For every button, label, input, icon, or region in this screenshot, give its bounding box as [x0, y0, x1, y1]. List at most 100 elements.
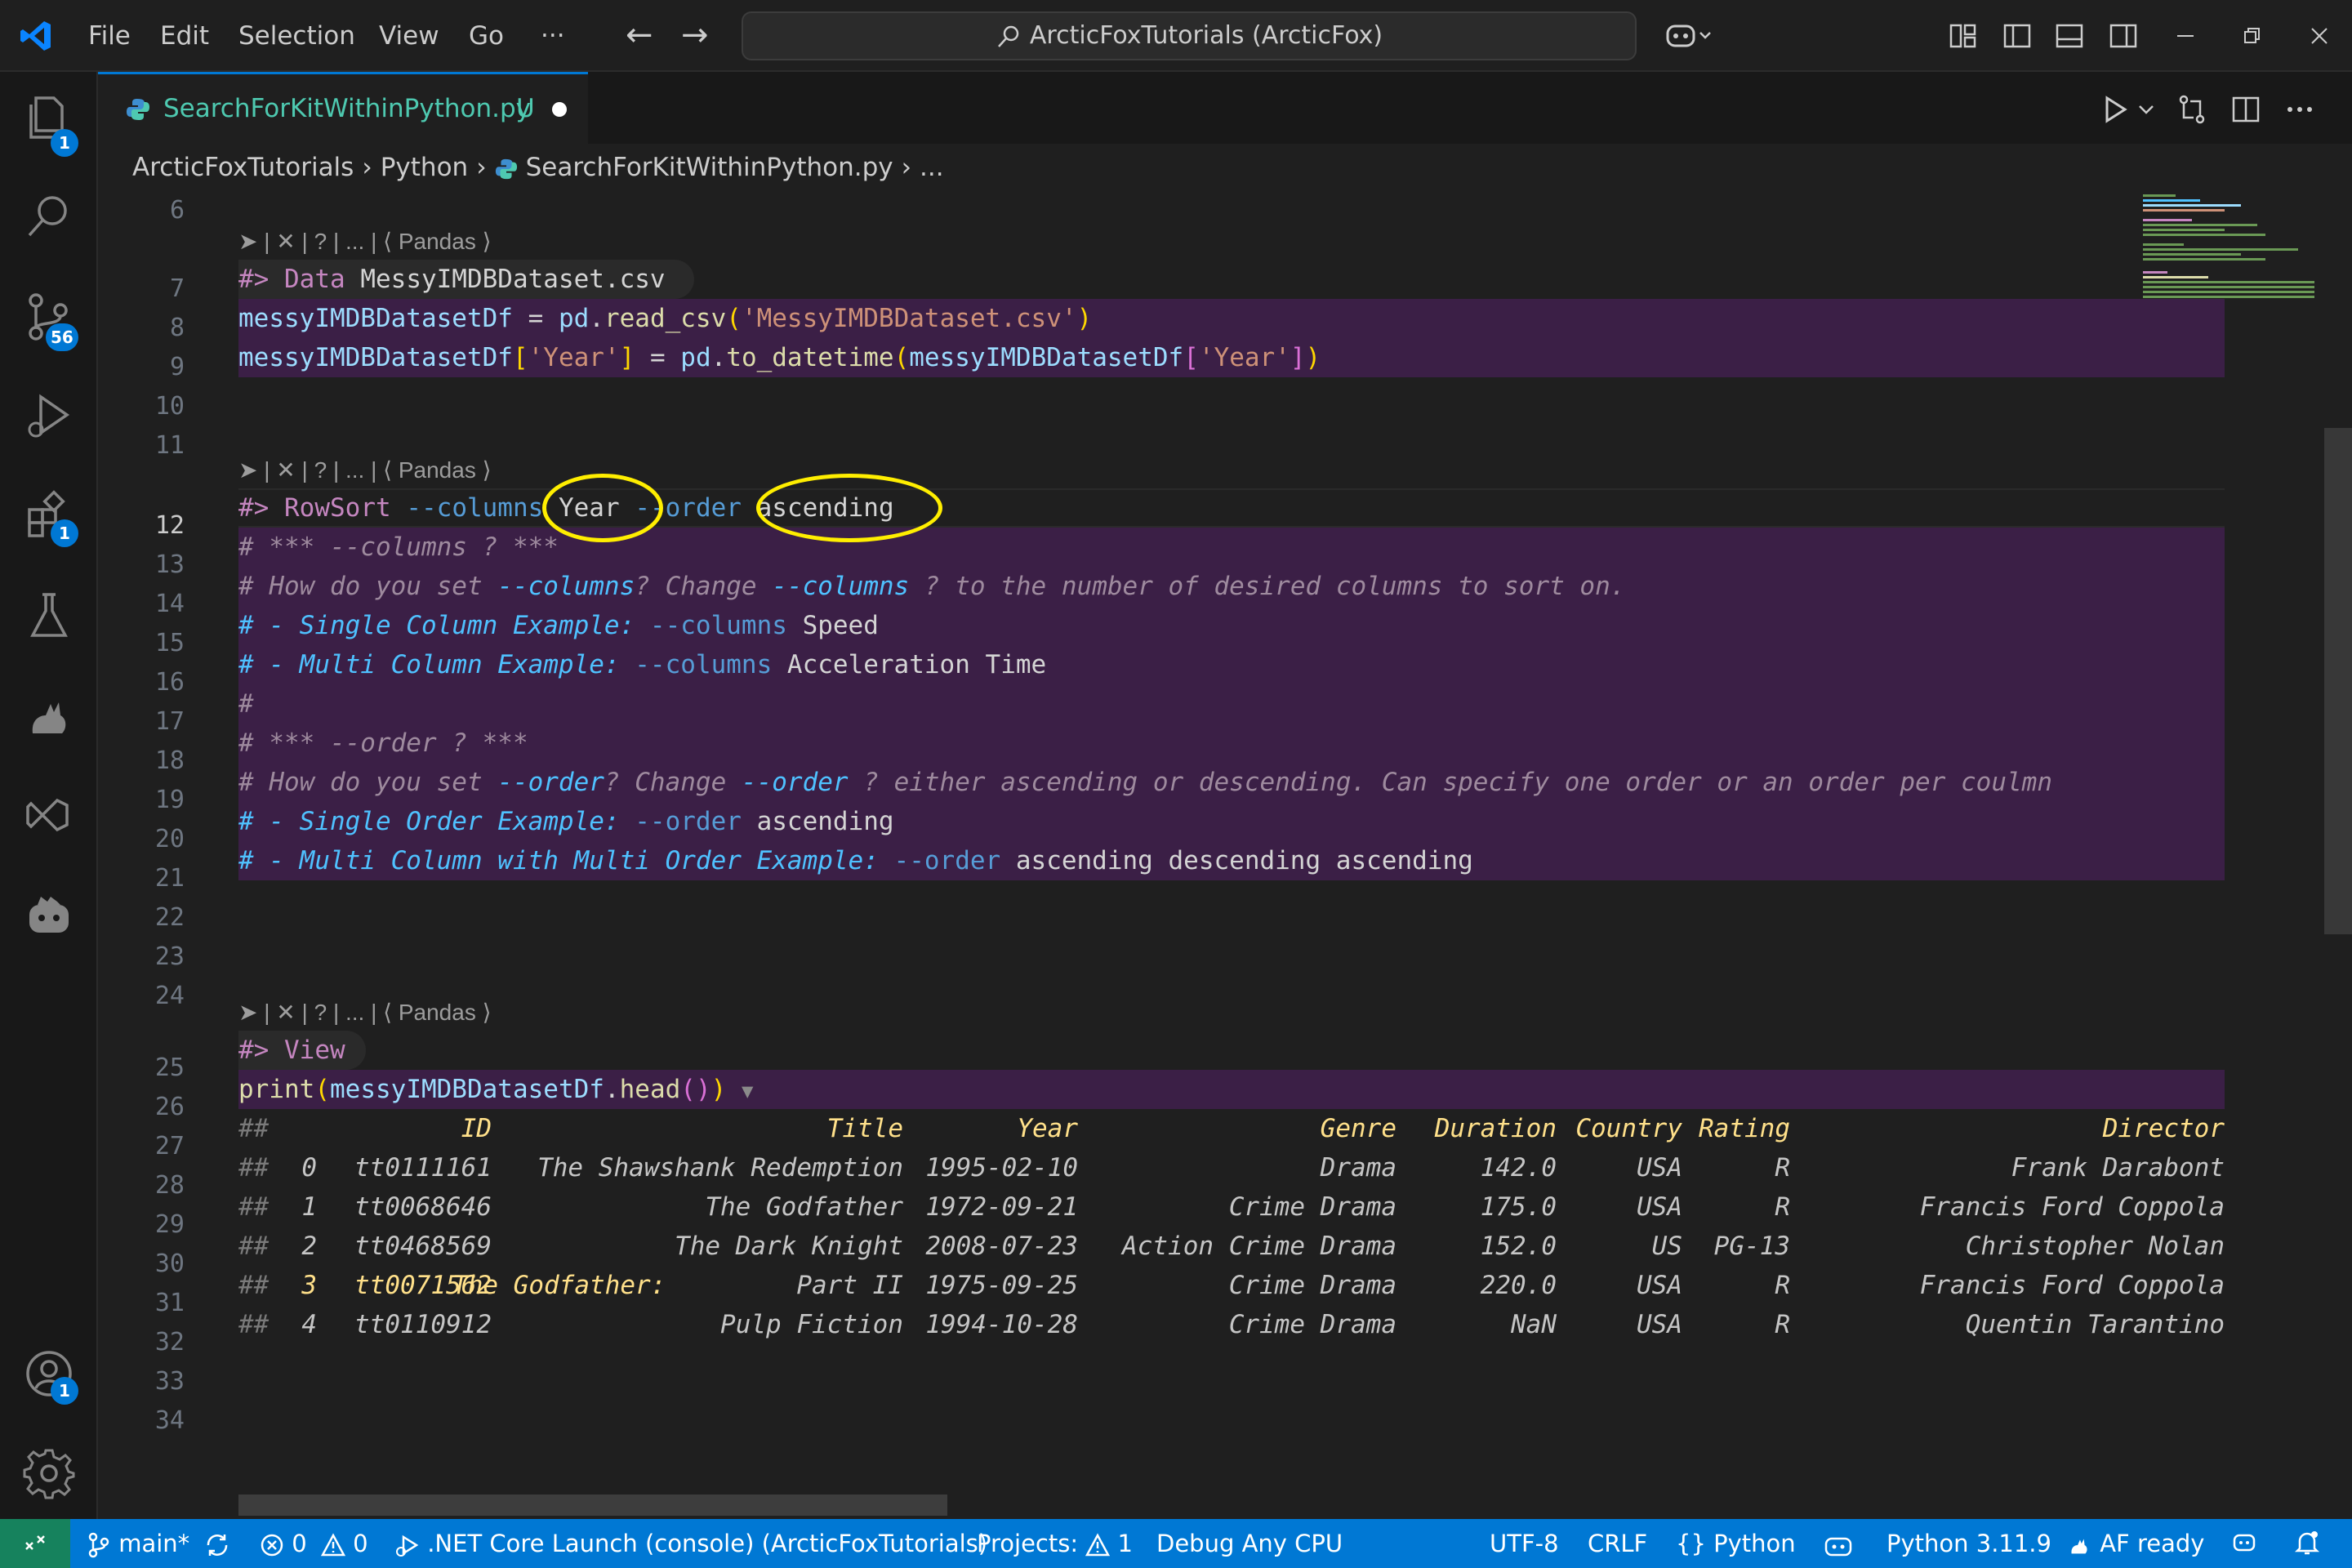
compare-changes-icon[interactable]: [2176, 93, 2208, 126]
code-line-13: # *** --columns ? ***: [238, 532, 559, 562]
output-cell-id: tt0111161: [354, 1153, 492, 1183]
visual-studio-icon[interactable]: [21, 787, 77, 843]
codelens-rowsort[interactable]: ➤ | ✕ | ? | ... | ⟨ Pandas ⟩: [238, 454, 492, 487]
code-line-21: # - Multi Column with Multi Order Exampl…: [238, 846, 1473, 875]
build-config[interactable]: Debug Any CPU: [1156, 1519, 1343, 1568]
output-column-header: ID: [461, 1114, 492, 1143]
encoding-indicator[interactable]: UTF-8: [1490, 1519, 1559, 1568]
code-area[interactable]: ➤ | ✕ | ? | ... | ⟨ Pandas ⟩ ➤ | ✕ | ? |…: [238, 191, 2225, 1519]
chevron-right-icon: ›: [476, 153, 487, 182]
toggle-secondary-sidebar-icon[interactable]: [2109, 21, 2138, 51]
line-number: 33: [154, 1367, 185, 1396]
launch-config[interactable]: .NET Core Launch (console) (ArcticFoxTut…: [394, 1519, 987, 1568]
tab-searchforkitwithinpython[interactable]: SearchForKitWithinPython.py U: [98, 72, 588, 144]
run-debug-icon[interactable]: [21, 389, 77, 444]
code-editor[interactable]: 6 7 8 9 10 11 12 13 14 15 16 17 18 19 20…: [98, 191, 2352, 1519]
output-cell-duration: 175.0: [1480, 1192, 1557, 1222]
menu-more[interactable]: ···: [541, 0, 565, 72]
copilot-status[interactable]: [1823, 1519, 1854, 1568]
copilot-icon: [1824, 1537, 1852, 1557]
command-center-search[interactable]: ArcticFoxTutorials (ArcticFox): [742, 11, 1637, 60]
horizontal-scrollbar[interactable]: [238, 1494, 947, 1516]
breadcrumb-item-symbol[interactable]: ...: [920, 153, 944, 182]
line-number: 24: [154, 982, 185, 1010]
arctic-fox-icon[interactable]: [21, 688, 77, 743]
breadcrumb: ArcticFoxTutorials › Python › SearchForKitWi…: [98, 144, 2352, 191]
line-number: 30: [154, 1250, 185, 1278]
language-mode[interactable]: {} Python: [1676, 1519, 1796, 1568]
code-line-20: # - Single Order Example: --order ascend…: [238, 807, 894, 836]
unsaved-dot-icon[interactable]: [552, 102, 567, 117]
breadcrumb-item-root[interactable]: ArcticFoxTutorials: [132, 153, 354, 182]
source-control-badge: 56: [46, 323, 78, 351]
customize-layout-icon[interactable]: [1949, 21, 1978, 51]
output-cell-country: USA: [1637, 1271, 1682, 1300]
projects-indicator[interactable]: Projects: 1: [977, 1519, 1133, 1568]
output-table-row: ## 1 tt0068646 The Godfather 1972-09-21 Crime…: [238, 1187, 2225, 1227]
testing-icon[interactable]: [21, 588, 77, 644]
menu-view[interactable]: View: [379, 0, 439, 72]
branch-name: main*: [118, 1530, 190, 1557]
output-cell-year: 1994-10-28: [925, 1310, 1078, 1339]
remote-icon: [25, 1535, 45, 1550]
menu-edit[interactable]: Edit: [160, 0, 209, 72]
search-icon[interactable]: [21, 189, 77, 245]
line-number: 26: [154, 1093, 185, 1121]
line-number: 23: [154, 942, 185, 971]
vertical-scrollbar[interactable]: [2324, 428, 2352, 934]
output-cell-title: The Godfather:: [452, 1271, 681, 1300]
restore-icon[interactable]: [2241, 24, 2264, 47]
arctic-fox-status[interactable]: AF ready: [2066, 1519, 2204, 1568]
gear-icon[interactable]: [21, 1446, 77, 1501]
output-column-header: Director: [2102, 1114, 2225, 1143]
remote-indicator[interactable]: [0, 1519, 70, 1568]
menu-file[interactable]: File: [88, 0, 131, 72]
toggle-primary-sidebar-icon[interactable]: [2002, 21, 2032, 51]
breadcrumb-item-folder[interactable]: Python: [381, 153, 468, 182]
split-editor-icon[interactable]: [2230, 93, 2262, 126]
copilot-icon[interactable]: [1664, 21, 1713, 51]
toggle-panel-icon[interactable]: [2055, 21, 2084, 51]
notifications-bell-icon[interactable]: [2293, 1529, 2321, 1557]
output-table-row: ## 3 tt0071562 The Godfather: Part II 1975-0…: [238, 1266, 2225, 1305]
fold-chevron-icon[interactable]: ▼: [742, 1080, 753, 1102]
output-cell-country: USA: [1637, 1192, 1682, 1222]
code-line-17: #: [238, 689, 254, 719]
back-button[interactable]: ←: [626, 16, 653, 54]
output-column-header: Title: [826, 1114, 903, 1143]
minimize-icon[interactable]: [2174, 24, 2197, 47]
output-cell-title: The Godfather: [705, 1192, 903, 1222]
forward-button[interactable]: →: [681, 16, 709, 54]
codelens-data[interactable]: ➤ | ✕ | ? | ... | ⟨ Pandas ⟩: [238, 225, 492, 258]
debug-launch-icon: [396, 1535, 419, 1557]
run-python-icon[interactable]: [2100, 93, 2133, 126]
breadcrumb-item-file[interactable]: SearchForKitWithinPython.py: [526, 153, 893, 182]
branch-indicator[interactable]: main*: [87, 1519, 231, 1568]
code-line-8: messyIMDBDatasetDf = pd.read_csv('MessyI…: [238, 304, 1093, 333]
eol-indicator[interactable]: CRLF: [1588, 1519, 1647, 1568]
copilot-chat-icon[interactable]: [21, 887, 77, 942]
output-cell-director: Francis Ford Coppola: [1919, 1192, 2225, 1222]
feedback-icon[interactable]: [2231, 1530, 2257, 1557]
accounts-badge: 1: [51, 1377, 78, 1405]
close-icon[interactable]: [2308, 24, 2331, 47]
codelens-view[interactable]: ➤ | ✕ | ? | ... | ⟨ Pandas ⟩: [238, 996, 492, 1029]
output-column-header: Country: [1575, 1114, 1682, 1143]
line-number: 25: [154, 1054, 185, 1082]
line-number: 21: [154, 864, 185, 893]
output-prefix: ##: [238, 1271, 270, 1300]
problems-indicator[interactable]: 0 0: [260, 1519, 368, 1568]
python-interpreter[interactable]: Python 3.11.9: [1886, 1519, 2051, 1568]
extensions-badge: 1: [51, 519, 78, 547]
output-cell-index: 1: [301, 1192, 317, 1222]
minimap[interactable]: [2127, 191, 2323, 322]
output-cell-index: 4: [301, 1310, 317, 1339]
more-actions-icon[interactable]: [2283, 93, 2316, 126]
chevron-down-icon[interactable]: [2135, 93, 2158, 126]
error-count: 0: [292, 1530, 307, 1557]
sync-icon[interactable]: [203, 1531, 231, 1559]
menu-selection[interactable]: Selection: [238, 0, 355, 72]
menu-go[interactable]: Go: [469, 0, 504, 72]
output-cell-duration: 152.0: [1480, 1232, 1557, 1261]
output-cell-country: US: [1651, 1232, 1682, 1261]
